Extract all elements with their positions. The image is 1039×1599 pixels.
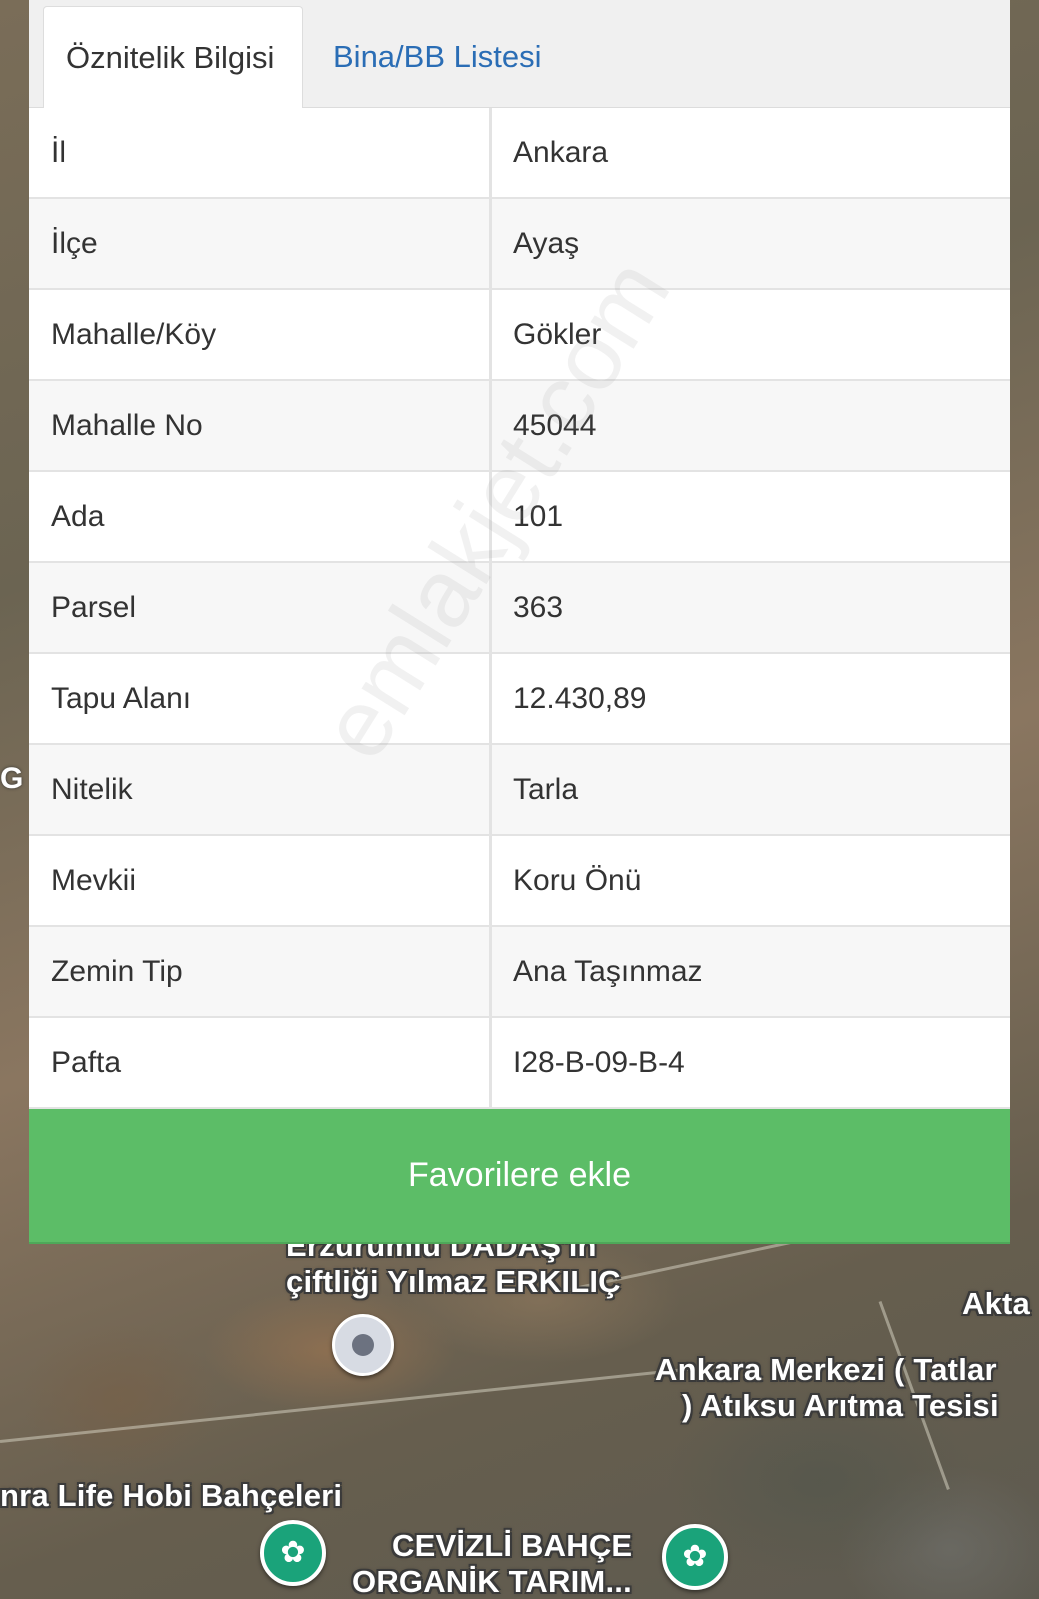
row-value: 12.430,89 bbox=[513, 682, 647, 715]
row-value: 45044 bbox=[513, 409, 597, 442]
map-label-treatment-plant-line2[interactable]: ) Atıksu Arıtma Tesisi bbox=[682, 1388, 999, 1423]
parcel-info-panel: Öznitelik Bilgisi Bina/BB Listesi İl Ank… bbox=[29, 0, 1010, 1244]
table-row: Parsel 363 bbox=[29, 563, 1010, 654]
row-key: İlçe bbox=[29, 199, 492, 288]
map-label-akta[interactable]: Akta bbox=[962, 1286, 1030, 1321]
row-key: Mahalle No bbox=[29, 381, 492, 470]
map-flower-pin-icon[interactable]: ✿ bbox=[260, 1520, 326, 1586]
map-label-farm-line2[interactable]: çiftliği Yılmaz ERKILIÇ bbox=[286, 1264, 621, 1299]
row-value: I28-B-09-B-4 bbox=[513, 1046, 685, 1079]
row-key: Ada bbox=[29, 472, 492, 561]
map-flower-pin-icon[interactable]: ✿ bbox=[662, 1524, 728, 1590]
table-row: Pafta I28-B-09-B-4 bbox=[29, 1018, 1010, 1109]
row-value: Gökler bbox=[513, 318, 602, 351]
row-value: Koru Önü bbox=[513, 864, 642, 897]
row-key: Mahalle/Köy bbox=[29, 290, 492, 379]
map-edge-label: G bbox=[0, 762, 24, 795]
row-key: Nitelik bbox=[29, 745, 492, 834]
add-to-favorites-button[interactable]: Favorilere ekle bbox=[29, 1109, 1010, 1244]
row-key: İl bbox=[29, 108, 492, 197]
table-row: Nitelik Tarla bbox=[29, 745, 1010, 836]
row-value: Ayaş bbox=[513, 227, 580, 260]
table-row: İlçe Ayaş bbox=[29, 199, 1010, 290]
tab-building-list[interactable]: Bina/BB Listesi bbox=[311, 6, 564, 107]
table-row: Mahalle No 45044 bbox=[29, 381, 1010, 472]
map-label-hobby-gardens[interactable]: nra Life Hobi Bahçeleri bbox=[0, 1478, 342, 1513]
map-label-treatment-plant[interactable]: Ankara Merkezi ( Tatlar bbox=[655, 1352, 997, 1387]
table-row: Mevkii Koru Önü bbox=[29, 836, 1010, 927]
row-value: 101 bbox=[513, 500, 564, 533]
map-location-pin-icon[interactable] bbox=[332, 1314, 394, 1376]
row-key: Pafta bbox=[29, 1018, 492, 1107]
row-value: Tarla bbox=[513, 773, 579, 806]
row-value: 363 bbox=[513, 591, 564, 624]
table-row: İl Ankara bbox=[29, 108, 1010, 199]
tab-attribute-info[interactable]: Öznitelik Bilgisi bbox=[43, 6, 303, 108]
row-key: Mevkii bbox=[29, 836, 492, 925]
row-key: Tapu Alanı bbox=[29, 654, 492, 743]
table-row: Tapu Alanı 12.430,89 bbox=[29, 654, 1010, 745]
table-row: Zemin Tip Ana Taşınmaz bbox=[29, 927, 1010, 1018]
table-row: Mahalle/Köy Gökler bbox=[29, 290, 1010, 381]
tab-bar: Öznitelik Bilgisi Bina/BB Listesi bbox=[29, 0, 1010, 108]
map-label-cevizli[interactable]: CEVİZLİ BAHÇE bbox=[392, 1528, 632, 1563]
attribute-table: İl Ankara İlçe Ayaş Mahalle/Köy Gökler M… bbox=[29, 108, 1010, 1109]
table-row: Ada 101 bbox=[29, 472, 1010, 563]
row-key: Parsel bbox=[29, 563, 492, 652]
row-value: Ana Taşınmaz bbox=[513, 955, 703, 988]
map-road bbox=[0, 1366, 697, 1443]
row-key: Zemin Tip bbox=[29, 927, 492, 1016]
row-value: Ankara bbox=[513, 136, 609, 169]
map-label-cevizli-line2[interactable]: ORGANİK TARIM... bbox=[352, 1564, 632, 1599]
